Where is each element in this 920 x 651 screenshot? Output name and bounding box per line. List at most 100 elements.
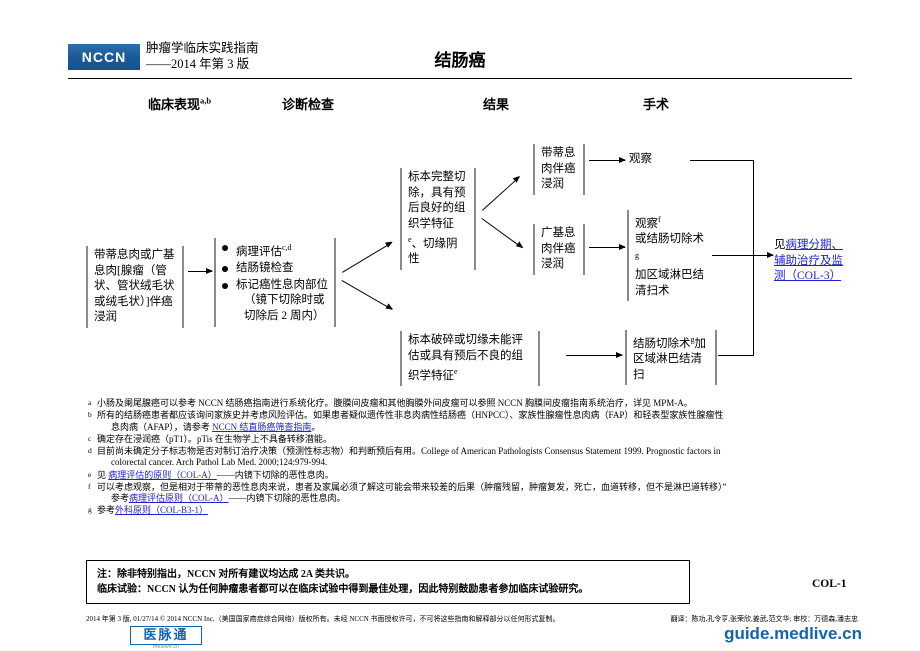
- footnote-f-line2: 参考病理评估原则（COL-A）——内镜下切除的恶性息肉。: [97, 493, 846, 505]
- column-header-findings: 结果: [483, 94, 509, 113]
- footnote-a-text: 小肠及阑尾腺癌可以参考 NCCN 结肠癌指南进行系统化疗。腹膜间皮瘤和其他胸膜外…: [97, 398, 693, 408]
- node-finding-fragmented-specimen-sup: e: [454, 367, 458, 376]
- node-pedunculated-polyp-text: 带蒂息肉伴癌浸润: [541, 147, 576, 190]
- node-finding-complete-resection-text: 标本完整切除，具有预后良好的组织学特征: [408, 171, 466, 230]
- footnote-g-marker: g: [88, 505, 92, 515]
- connector-surgery3-right: [718, 355, 754, 356]
- footnote-f-indent-text: 参考: [111, 493, 130, 504]
- node-finding-fragmented-specimen: 标本破碎或切缘未能评估或具有预后不良的组织学特征e: [400, 331, 540, 387]
- footnote-f-text: 可以考虑观察，但是相对于带蒂的恶性息肉来说，患者及家属必须了解这可能会带来较差的…: [97, 481, 727, 492]
- footnote-f-marker: f: [88, 481, 91, 491]
- footnote-b-marker: b: [88, 410, 92, 420]
- footnote-f-link[interactable]: 病理评估原则（COL-A）: [129, 493, 229, 503]
- bullet-icon: [222, 245, 228, 251]
- footnote-b-text: 所有的结肠癌患者都应该询问家族史并考虑风险评估。如果患者疑似遗传性非息肉病性结肠…: [97, 410, 724, 421]
- footnote-e-suffix: ——内镜下切除的恶性息肉。: [216, 469, 334, 480]
- arrow-workup-to-finding-bottom: [341, 280, 393, 310]
- node-finding-complete-resection-tail: 、切缘阴性: [408, 237, 458, 266]
- bullet-icon: [222, 282, 228, 289]
- footnote-g-link[interactable]: 外科原则（COL-B3-1）: [115, 505, 208, 515]
- footnote-f-suffix: ——内镜下切除的恶性息肉。: [228, 493, 346, 504]
- arrow-presentation-to-workup: [188, 268, 213, 275]
- guideline-page: NCCN 肿瘤学临床实践指南 ——2014 年第 3 版 结肠癌 临床表现a,b…: [0, 0, 920, 651]
- column-header-presentation: 临床表现a,b: [148, 94, 211, 113]
- footnote-e-text: 见: [97, 469, 109, 480]
- footnote-g: g 参考外科原则（COL-B3-1）: [86, 505, 846, 517]
- column-header-surgery-label: 手术: [643, 97, 670, 112]
- footer-credits: 翻译：陈功,孔令亨,张荣欣,姜武,范文华; 审校：万德森,潘志忠: [670, 615, 858, 623]
- footnote-d-line2: colorectal cancer. Arch Pathol Lab Med. …: [111, 457, 328, 468]
- column-header-presentation-label: 临床表现: [148, 97, 201, 112]
- workup-item-label: 标记癌性息肉部位: [236, 278, 328, 291]
- node-pedunculated-polyp: 带蒂息肉伴癌浸润: [533, 144, 585, 195]
- node-surgery-observation-text: 观察: [629, 153, 652, 165]
- footnote-c-marker: c: [88, 433, 92, 443]
- column-header-workup: 诊断检查: [282, 94, 334, 113]
- footnote-e-link[interactable]: 病理评估的原则（COL-A）: [108, 470, 217, 480]
- node-sessile-polyp: 广基息肉伴癌浸润: [533, 224, 585, 275]
- workup-item-continuation: （镜下切除时或切除后 2 周内）: [244, 294, 325, 322]
- workup-item: 结肠镜检查: [222, 261, 328, 277]
- footnote-a: a 小肠及阑尾腺癌可以参考 NCCN 结肠癌指南进行系统化疗。腹膜间皮瘤和其他胸…: [86, 398, 846, 410]
- footnote-e: e 见 病理评估的原则（COL-A）——内镜下切除的恶性息肉。: [86, 470, 846, 482]
- connector-surgery3-up: [753, 255, 754, 356]
- arrow-to-outcome-link: [753, 252, 774, 259]
- page-id-label: COL-1: [812, 578, 847, 590]
- column-header-findings-label: 结果: [483, 97, 510, 112]
- workup-item-label: 结肠镜检查: [236, 262, 294, 275]
- footnote-b-suffix: 。: [311, 421, 321, 432]
- arrow-fragmented-to-surgery: [566, 352, 623, 359]
- node-finding-fragmented-specimen-text: 标本破碎或切缘未能评估或具有预后不良的组织学特征: [408, 334, 523, 382]
- medlive-logo: 医脉通: [130, 626, 202, 645]
- node-surgery-colectomy-label: 或结肠切除术: [635, 233, 704, 246]
- footnote-d: d 目前尚未确定分子标志物是否对制订治疗决策（预测性标志物）和判断预后有用。Co…: [86, 446, 846, 469]
- node-surgery-observation: 观察: [629, 152, 689, 168]
- medlive-url[interactable]: guide.medlive.cn: [724, 624, 862, 644]
- footnote-b-line2: 息肉病（AFAP），请参考 NCCN 结直肠癌筛查指南。: [97, 422, 846, 434]
- arrow-finding-to-sessile: [481, 218, 523, 249]
- outcome-reference-prefix: 见: [774, 239, 786, 251]
- page-title: 结肠癌: [434, 51, 486, 70]
- column-header-presentation-sup: a,b: [200, 95, 212, 106]
- workup-item: 病理评估c,d: [222, 240, 328, 260]
- footnote-d-marker: d: [88, 445, 92, 455]
- node-clinical-presentation-text: 带蒂息肉或广基息肉[腺瘤（管状、管状绒毛状或绒毛状）]伴癌浸润: [94, 249, 175, 323]
- footnotes: a 小肠及阑尾腺癌可以参考 NCCN 结肠癌指南进行系统化疗。腹膜间皮瘤和其他胸…: [86, 398, 846, 517]
- footer-copyright: 2014 年第 3 版, 01/27/14 © 2014 NCCN Inc.（美…: [86, 615, 560, 623]
- node-surgery-colectomy-sup: g: [635, 250, 639, 260]
- node-workup: 病理评估c,d 结肠镜检查 标记癌性息肉部位 （镜下切除时或切除后 2 周内）: [214, 238, 336, 328]
- consensus-note-box: 注：除非特别指出，NCCN 对所有建议均达成 2A 类共识。 临床试验：NCCN…: [86, 560, 690, 604]
- node-surgery-colectomy-lymphadenectomy: 结肠切除术g加区域淋巴结清扫: [625, 330, 717, 386]
- medlive-logo-sub: medlive.cn: [152, 644, 180, 650]
- footnote-c-text: 确定存在浸润癌（pT1）。pTis 在生物学上不具备转移潜能。: [97, 433, 332, 444]
- arrow-pedunculated-to-observe: [589, 157, 626, 164]
- arrow-workup-to-finding-top: [342, 242, 393, 273]
- node-clinical-presentation: 带蒂息肉或广基息肉[腺瘤（管状、管状绒毛状或绒毛状）]伴癌浸润: [86, 246, 184, 328]
- node-surgery-colectomy-3-label: 结肠切除术: [633, 337, 691, 350]
- column-header-surgery: 手术: [643, 94, 669, 113]
- node-surgery-lymphadenectomy-label: 加区域淋巴结清扫术: [635, 269, 704, 297]
- header-divider: [68, 78, 852, 79]
- arrow-finding-to-pedunculated: [482, 176, 520, 211]
- node-surgery-observe-label: 观察: [635, 217, 658, 230]
- workup-item-sup: c,d: [282, 243, 292, 252]
- footnote-e-marker: e: [88, 469, 92, 479]
- outcome-reference-link[interactable]: 见病理分期、辅助治疗及监测（COL-3）: [774, 238, 854, 285]
- node-finding-complete-resection: 标本完整切除，具有预后良好的组织学特征e、切缘阴性: [400, 168, 476, 270]
- connector-surgery2-right: [712, 255, 754, 256]
- consensus-note-line1: 注：除非特别指出，NCCN 对所有建议均达成 2A 类共识。: [97, 569, 356, 580]
- arrow-sessile-to-surgery: [589, 244, 626, 251]
- workup-item-label: 病理评估: [236, 245, 282, 258]
- footnote-g-text: 参考: [97, 505, 116, 516]
- node-surgery-observe-or-colectomy: 观察f 或结肠切除术 g 加区域淋巴结清扫术: [627, 210, 711, 302]
- workup-item: 标记癌性息肉部位 （镜下切除时或切除后 2 周内）: [222, 278, 328, 325]
- footnote-d-text: 目前尚未确定分子标志物是否对制订治疗决策（预测性标志物）和判断预后有用。Coll…: [97, 445, 721, 456]
- footnote-b: b 所有的结肠癌患者都应该询问家族史并考虑风险评估。如果患者疑似遗传性非息肉病性…: [86, 410, 846, 433]
- node-surgery-observe-sup: f: [658, 215, 661, 224]
- node-sessile-polyp-text: 广基息肉伴癌浸润: [541, 227, 576, 270]
- column-header-workup-label: 诊断检查: [282, 97, 335, 112]
- footnote-b-indent-text: 息肉病（AFAP），请参考: [111, 421, 213, 432]
- footnote-b-link[interactable]: NCCN 结直肠癌筛查指南: [212, 422, 311, 432]
- connector-observe-right: [690, 160, 754, 161]
- footnote-a-marker: a: [88, 398, 92, 407]
